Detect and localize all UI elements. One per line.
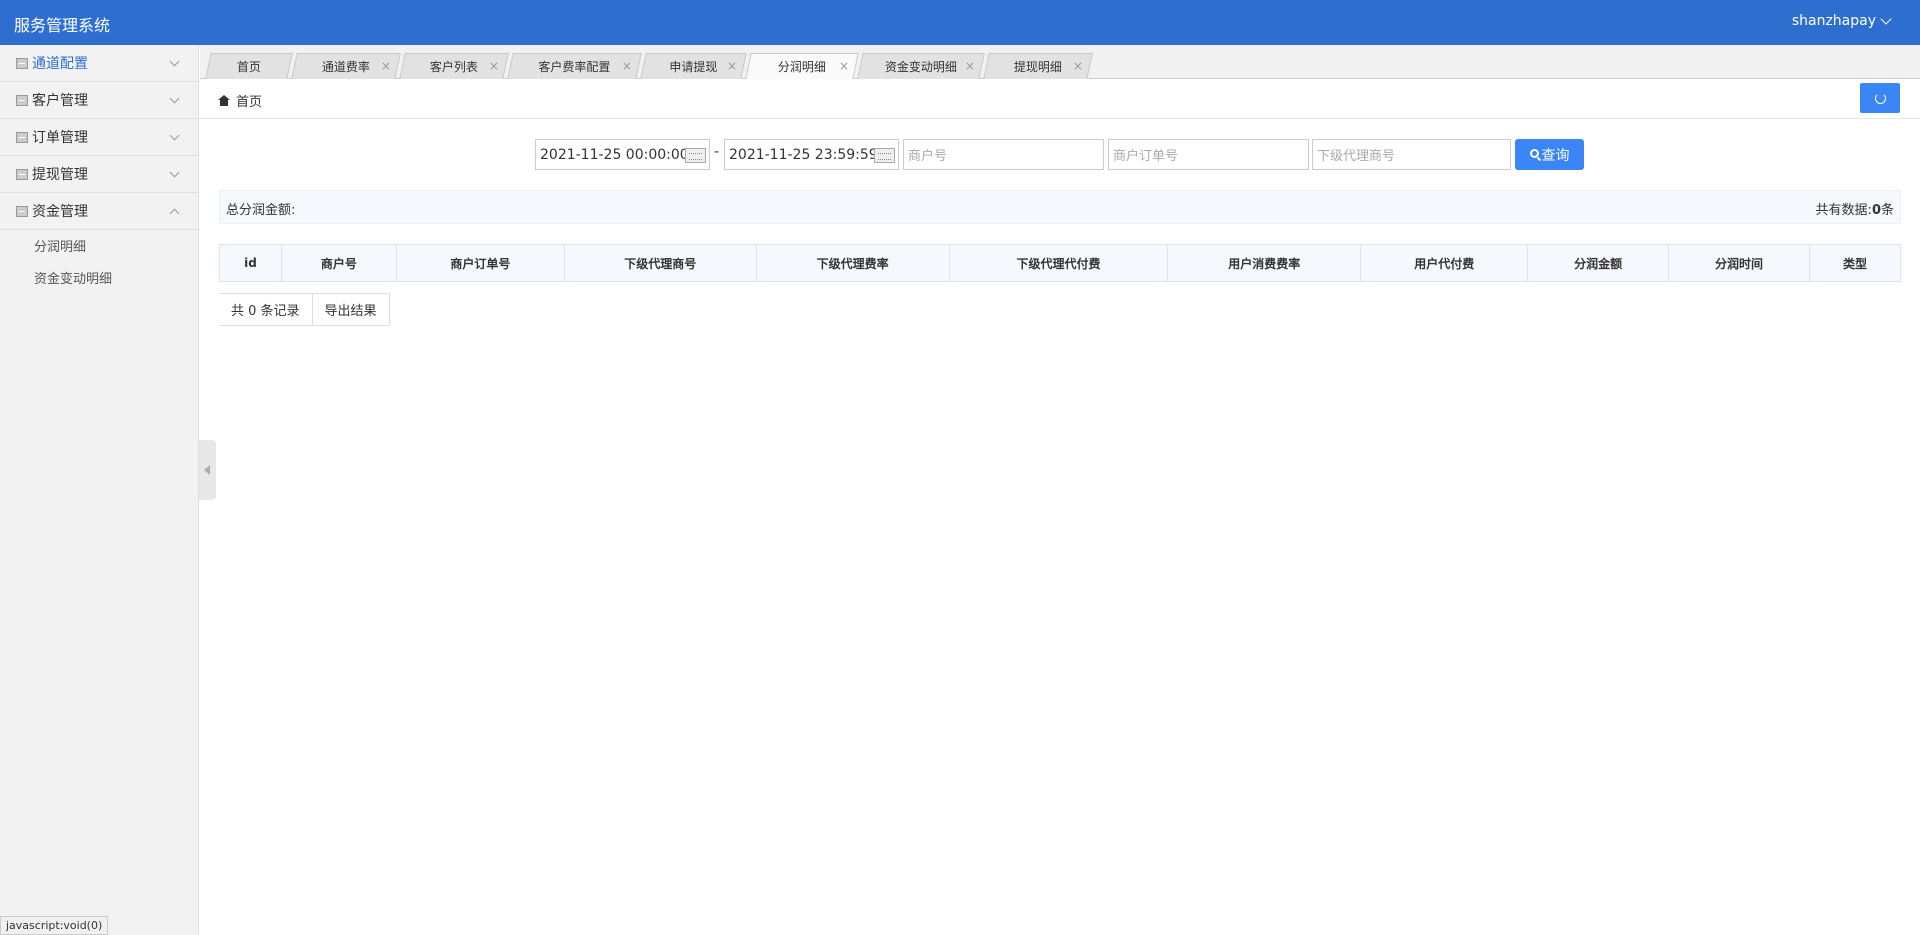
column-header[interactable]: 商户号 bbox=[280, 244, 397, 282]
total-profit-label: 总分润金额: bbox=[226, 203, 296, 218]
breadcrumb-label: 首页 bbox=[236, 95, 263, 110]
sidebar: 通道配置 客户管理 订单管理 提现管理 资金管理 分润明细 资金变动明细 jav… bbox=[0, 45, 199, 935]
tab-home[interactable]: 首页 bbox=[205, 53, 293, 79]
menu-icon bbox=[16, 131, 28, 143]
chevron-down-icon bbox=[169, 167, 180, 178]
merchant-order-input[interactable]: 商户订单号 bbox=[1108, 139, 1309, 170]
tab-label: 资金变动明细 bbox=[884, 60, 957, 74]
tab-label: 首页 bbox=[236, 60, 261, 74]
start-time-value: 2021-11-25 00:00:00 bbox=[540, 146, 689, 163]
record-count: 共 0 条记录 bbox=[219, 294, 313, 325]
total-count: 共有数据:0条 bbox=[1816, 199, 1894, 218]
refresh-icon bbox=[1874, 92, 1886, 104]
column-header[interactable]: 分润时间 bbox=[1668, 244, 1810, 282]
close-icon[interactable]: × bbox=[965, 59, 975, 73]
user-menu[interactable]: shanzhapay bbox=[1791, 13, 1892, 29]
chevron-down-icon bbox=[1880, 13, 1892, 25]
tab-profit-detail[interactable]: 分润明细 × bbox=[745, 53, 859, 79]
breadcrumb-bar: 首页 bbox=[200, 79, 1920, 119]
sub-agent-input[interactable]: 下级代理商号 bbox=[1312, 139, 1511, 170]
profit-table: id 商户号 商户订单号 下级代理商号 下级代理费率 下级代理代付费 用户消费费… bbox=[219, 244, 1902, 282]
tab-label: 客户费率配置 bbox=[538, 60, 611, 74]
date-separator: - bbox=[714, 144, 720, 160]
calendar-icon[interactable] bbox=[685, 148, 706, 163]
start-time-field[interactable]: 2021-11-25 00:00:00 bbox=[535, 139, 710, 170]
query-label: 查询 bbox=[1541, 147, 1570, 164]
close-icon[interactable]: × bbox=[1073, 59, 1083, 73]
column-header[interactable]: 商户订单号 bbox=[395, 244, 565, 282]
tab-customer-list[interactable]: 客户列表 × bbox=[399, 53, 509, 79]
tab-label: 客户列表 bbox=[429, 60, 478, 74]
menu-icon bbox=[16, 57, 28, 69]
column-header[interactable]: 下级代理商号 bbox=[563, 244, 757, 282]
end-time-field[interactable]: 2021-11-25 23:59:59 bbox=[724, 139, 899, 170]
search-icon bbox=[1529, 149, 1539, 158]
sidebar-item-label: 订单管理 bbox=[32, 130, 88, 146]
tab-withdraw-detail[interactable]: 提现明细 × bbox=[983, 53, 1093, 79]
menu-icon bbox=[16, 94, 28, 106]
column-header[interactable]: 类型 bbox=[1808, 244, 1902, 282]
column-header[interactable]: 下级代理代付费 bbox=[948, 244, 1169, 282]
tab-bar: 首页 通道费率 × 客户列表 × 客户费率配置 × 申请提现 × 分润明细 × 资金变动明… bbox=[200, 45, 1920, 79]
calendar-icon[interactable] bbox=[874, 148, 895, 163]
breadcrumb[interactable]: 首页 bbox=[218, 91, 262, 110]
menu-icon bbox=[16, 205, 28, 217]
status-bar-link: javascript:void(0) bbox=[0, 916, 109, 935]
sidebar-subitem-fund-change[interactable]: 资金变动明细 bbox=[0, 264, 198, 296]
close-icon[interactable]: × bbox=[489, 59, 499, 73]
tab-customer-rate-config[interactable]: 客户费率配置 × bbox=[507, 53, 642, 79]
sidebar-item-label: 通道配置 bbox=[32, 56, 88, 72]
column-header[interactable]: 用户代付费 bbox=[1360, 244, 1529, 282]
sidebar-item-funds[interactable]: 资金管理 bbox=[0, 193, 198, 230]
table-header-row: id 商户号 商户订单号 下级代理商号 下级代理费率 下级代理代付费 用户消费费… bbox=[219, 244, 1902, 282]
summary-bar: 总分润金额: 共有数据:0条 bbox=[219, 190, 1901, 224]
tab-channel-rate[interactable]: 通道费率 × bbox=[291, 53, 401, 79]
sidebar-subitem-profit-detail[interactable]: 分润明细 bbox=[0, 232, 198, 264]
username: shanzhapay bbox=[1791, 13, 1876, 29]
close-icon[interactable]: × bbox=[727, 59, 737, 73]
menu-icon bbox=[16, 168, 28, 180]
sidebar-item-channel-config[interactable]: 通道配置 bbox=[0, 45, 198, 82]
sidebar-item-customer[interactable]: 客户管理 bbox=[0, 82, 198, 119]
top-header: 服务管理系统 shanzhapay bbox=[0, 0, 1920, 45]
close-icon[interactable]: × bbox=[622, 59, 632, 73]
column-header[interactable]: 下级代理费率 bbox=[755, 244, 950, 282]
refresh-button[interactable] bbox=[1860, 83, 1900, 113]
tab-apply-withdraw[interactable]: 申请提现 × bbox=[640, 53, 747, 79]
chevron-up-icon bbox=[169, 208, 180, 219]
chevron-down-icon bbox=[169, 56, 180, 67]
end-time-value: 2021-11-25 23:59:59 bbox=[729, 146, 878, 163]
merchant-no-input[interactable]: 商户号 bbox=[903, 139, 1104, 170]
count-unit: 条 bbox=[1880, 203, 1894, 218]
column-header[interactable]: 用户消费费率 bbox=[1167, 244, 1362, 282]
app-title: 服务管理系统 bbox=[14, 16, 111, 35]
close-icon[interactable]: × bbox=[839, 59, 849, 73]
sidebar-item-order[interactable]: 订单管理 bbox=[0, 119, 198, 156]
column-header[interactable]: id bbox=[219, 244, 282, 282]
tab-label: 提现明细 bbox=[1013, 60, 1062, 74]
chevron-down-icon bbox=[169, 130, 180, 141]
tab-label: 通道费率 bbox=[321, 60, 370, 74]
tab-fund-change[interactable]: 资金变动明细 × bbox=[857, 53, 985, 79]
tab-label: 申请提现 bbox=[669, 60, 718, 74]
sidebar-item-label: 资金管理 bbox=[32, 204, 88, 220]
sidebar-item-label: 提现管理 bbox=[32, 167, 88, 183]
sidebar-item-withdraw[interactable]: 提现管理 bbox=[0, 156, 198, 193]
table-footer: 共 0 条记录 导出结果 bbox=[219, 293, 390, 326]
home-icon bbox=[218, 95, 230, 106]
count-value: 0 bbox=[1871, 203, 1881, 218]
export-button[interactable]: 导出结果 bbox=[313, 294, 390, 325]
chevron-down-icon bbox=[169, 93, 180, 104]
count-label: 共有数据: bbox=[1815, 203, 1872, 218]
sidebar-collapse-handle[interactable] bbox=[199, 440, 216, 500]
tab-label: 分润明细 bbox=[777, 60, 826, 74]
close-icon[interactable]: × bbox=[381, 59, 391, 73]
column-header[interactable]: 分润金额 bbox=[1527, 244, 1670, 282]
query-button[interactable]: 查询 bbox=[1515, 139, 1584, 170]
sidebar-item-label: 客户管理 bbox=[32, 93, 88, 109]
